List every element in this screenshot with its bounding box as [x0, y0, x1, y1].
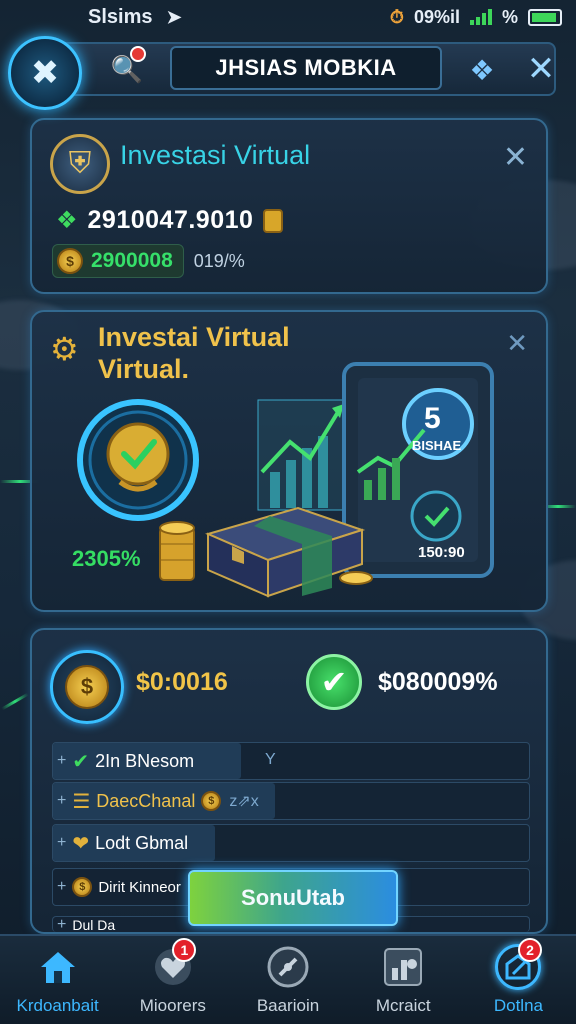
summary-card: ⛨ Investasi Virtual ✕ ❖ 2910047.9010 $ 2… [30, 118, 548, 294]
stack-icon: ☰ [72, 790, 91, 813]
page-title: JHSIAS MOBKIA [170, 46, 442, 90]
feature-percent: 2305% [72, 546, 141, 571]
plus-icon: + [57, 878, 67, 895]
puzzle-icon[interactable]: ❖ [462, 50, 502, 90]
list-item-label: 2In BNesom [95, 750, 195, 771]
cash-icon: ❖ [56, 207, 78, 234]
feature-title: Investai Virtual [98, 322, 290, 352]
list-item-label: DaecChanal [96, 790, 196, 811]
actions-card: $ $0:0016 ✔ $080009% + ✔ 2In BNesom Y + … [30, 628, 548, 934]
nav-label: Krdoanbait [16, 996, 99, 1015]
close-icon[interactable]: ✕ [520, 48, 562, 90]
carrier-text: Slsims [88, 5, 153, 28]
list-item-trail: z⇗x [229, 793, 259, 810]
location-icon: ➤ [166, 6, 182, 27]
status-bar: Slsims ➤ ⏱ 09%il % [0, 0, 576, 34]
compass-icon [265, 944, 311, 990]
list-item[interactable]: + ❤ Lodt Gbmal [52, 824, 530, 862]
award-icon: ⚙ [50, 331, 79, 367]
nav-label: Mcraict [375, 996, 431, 1015]
coin-icon: $ [72, 877, 93, 897]
tablet-badge-number: 5 [424, 402, 441, 435]
balance-value: 2910047.9010 [87, 206, 254, 234]
value-left: $0:0016 [136, 668, 228, 696]
coin-row: $ 2900008 019/% [52, 244, 245, 278]
money-box-icon [205, 506, 366, 598]
coin-icon: $ [65, 665, 109, 709]
tablet-badge-label: BISHAE [412, 438, 462, 453]
background-glow-line [1, 692, 29, 711]
bottom-nav: Krdoanbait 1 Mioorers Baarioin Mcraict 2… [0, 934, 576, 1024]
coin-icon: $ [57, 248, 83, 274]
nav-label: Dotlna [493, 996, 543, 1015]
alarm-icon: ⏱ [389, 6, 404, 27]
nav-label: Mioorers [139, 996, 206, 1015]
feature-card: ⚙ Investai Virtual Virtual. ✕ 5 BISHAE 1… [30, 310, 548, 612]
summary-title: Investasi Virtual [120, 140, 311, 170]
notification-badge: 2 [518, 938, 543, 962]
nav-item-details[interactable]: 2 Dotlna [461, 936, 576, 1024]
medal-ring-icon [77, 399, 199, 521]
value-right: $080009% [378, 668, 498, 696]
check-icon: ✔ [72, 750, 90, 773]
chart-icon [380, 944, 426, 990]
feature-subtitle: Virtual. [98, 354, 190, 384]
coin-badge[interactable]: $ [50, 650, 124, 724]
plus-icon: + [57, 834, 67, 851]
list-item[interactable]: + ✔ 2In BNesom Y [52, 742, 530, 780]
home-icon [35, 944, 81, 990]
list-item-label: Dirit Kinneor [98, 878, 181, 896]
coin-percent: 019/% [193, 250, 245, 271]
tablet-value: 150:90 [418, 544, 465, 561]
coin-pill[interactable]: $ 2900008 [52, 244, 184, 278]
status-text: 09%il [413, 6, 460, 27]
nav-label: Baarioin [256, 996, 320, 1015]
coin-value: 2900008 [91, 249, 173, 272]
battery-icon [528, 8, 562, 26]
nav-item-explore[interactable]: Baarioin [230, 936, 345, 1024]
plus-icon: + [57, 792, 67, 809]
plus-icon: + [57, 752, 67, 769]
coin-icon: $ [201, 791, 222, 811]
balance-row: ❖ 2910047.9010 [56, 206, 284, 235]
list-item[interactable]: + ☰ DaecChanal $ z⇗x [52, 782, 530, 820]
close-icon[interactable]: ✕ [503, 140, 528, 175]
list-item-label: Lodt Gbmal [95, 832, 189, 853]
check-icon[interactable]: ✔ [306, 654, 362, 710]
crossed-tools-icon[interactable]: ✖ [8, 36, 82, 110]
nav-item-favorites[interactable]: 1 Mioorers [115, 936, 230, 1024]
coin-stack-icon [263, 208, 284, 233]
shield-icon: ⛨ [50, 134, 110, 194]
heart-icon: ❤ [72, 832, 90, 855]
notification-dot [130, 46, 146, 62]
nav-item-market[interactable]: Mcraict [346, 936, 461, 1024]
list-item-label: Dul Da [72, 917, 116, 932]
nav-item-home[interactable]: Krdoanbait [0, 936, 115, 1024]
plus-icon: + [57, 916, 67, 932]
chevron-down-icon: Y [265, 751, 276, 768]
signal-icon [469, 9, 492, 25]
close-icon[interactable]: ✕ [506, 328, 528, 359]
battery-text: % [501, 6, 518, 27]
primary-action-button[interactable]: SonuUtab [188, 870, 398, 926]
app-header: ✖ 🔍 JHSIAS MOBKIA ❖ ✕ [0, 36, 576, 110]
